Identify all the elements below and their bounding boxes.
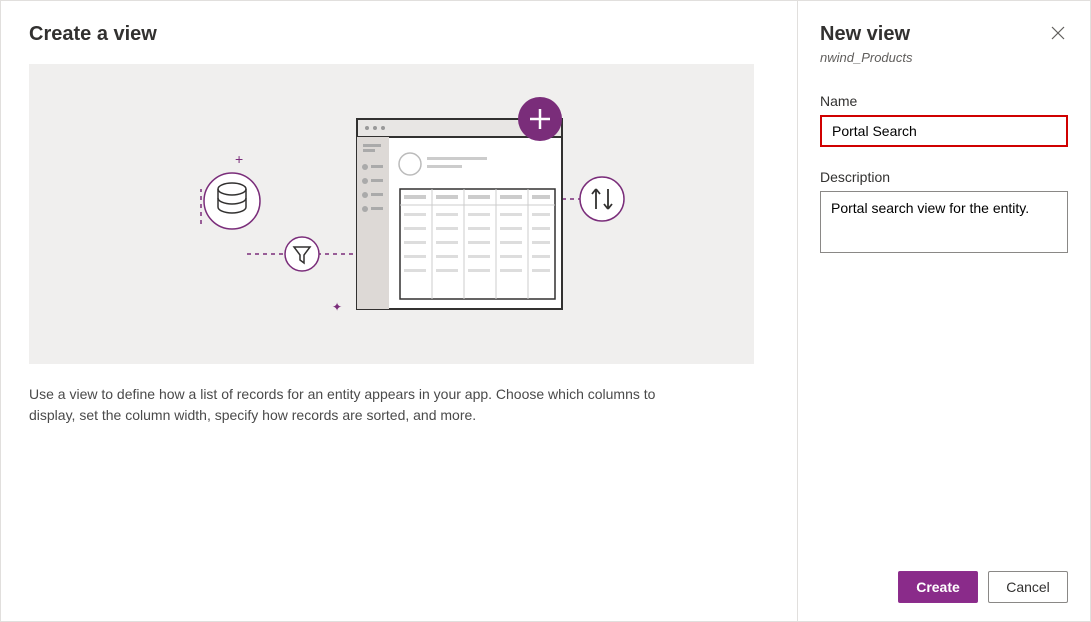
right-pane: New view nwind_Products Name Description [798, 1, 1090, 621]
entity-subtitle: nwind_Products [820, 50, 1068, 65]
description-input[interactable] [820, 191, 1068, 253]
svg-text:✦: ✦ [332, 300, 342, 314]
left-description: Use a view to define how a list of recor… [29, 384, 669, 426]
create-button[interactable]: Create [898, 571, 978, 603]
close-button[interactable] [1048, 23, 1068, 46]
illustration: + ✦ ✦ [29, 64, 754, 364]
right-title: New view [820, 23, 910, 46]
left-title: Create a view [29, 23, 769, 46]
cancel-button[interactable]: Cancel [988, 571, 1068, 603]
view-illustration-svg: + ✦ ✦ [152, 89, 632, 339]
left-pane: Create a view + ✦ ✦ [1, 1, 797, 621]
name-label: Name [820, 93, 1068, 109]
description-label: Description [820, 169, 1068, 185]
svg-text:+: + [235, 151, 243, 167]
close-icon [1050, 25, 1066, 41]
create-view-dialog: Create a view + ✦ ✦ [0, 0, 1091, 622]
name-input[interactable] [820, 115, 1068, 147]
dialog-footer: Create Cancel [898, 571, 1068, 603]
